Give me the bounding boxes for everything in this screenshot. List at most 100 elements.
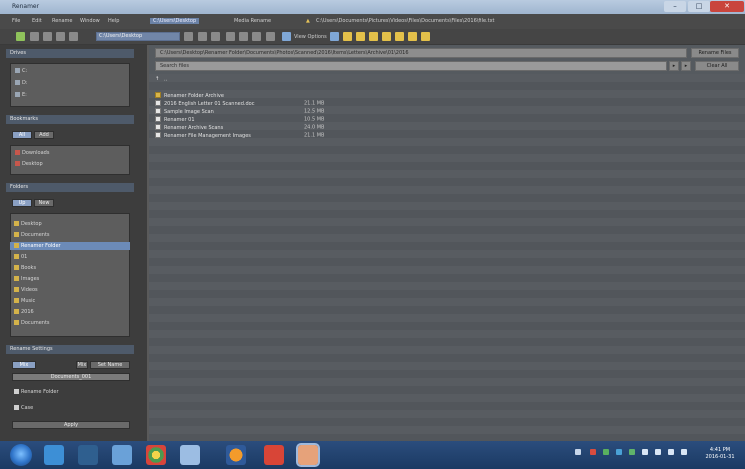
tray-flag-icon[interactable] [668,449,674,455]
word-icon[interactable] [180,445,200,465]
refresh-icon[interactable] [43,32,52,41]
rename-settings-header[interactable]: Rename Settings [6,345,134,354]
bookmark-item[interactable]: Desktop [15,161,43,167]
location-field[interactable]: C:\Users\Desktop [96,32,180,41]
paste-icon[interactable] [211,32,220,41]
path-field[interactable]: C:\Users\Desktop\Renamer Folder\Document… [155,48,687,58]
tool-f-icon[interactable] [395,32,404,41]
filter-input[interactable]: Search files [155,61,667,71]
drive-item[interactable]: E: [15,92,27,98]
rename-files-button[interactable]: Rename Files [691,48,739,58]
bookmarks-header[interactable]: Bookmarks [6,115,134,124]
tool-h-icon[interactable] [421,32,430,41]
bookmark-item[interactable]: Downloads [15,150,49,156]
bookmark-icon [15,161,20,166]
filter-options-button[interactable]: ▸ [681,61,691,71]
tray-volume-icon[interactable] [655,449,661,455]
file-row[interactable]: 2016 English Letter 01 Scanned.doc 21.1 M… [155,100,324,108]
folders-tab-new[interactable]: New [34,199,54,207]
favorite-icon[interactable] [69,32,78,41]
filter-go-button[interactable]: ▸ [669,61,679,71]
apply-button[interactable]: Apply [12,421,130,429]
forward-icon[interactable] [30,32,39,41]
drive-item[interactable]: D: [15,80,28,86]
tool-a-icon[interactable] [330,32,339,41]
tool-d-icon[interactable] [369,32,378,41]
chrome-icon[interactable] [146,445,166,465]
option-case[interactable]: Case [14,405,33,411]
tray-alert-icon[interactable] [590,449,596,455]
folder-item[interactable]: Music [14,298,35,304]
view-options-label[interactable]: View Options [294,34,327,40]
folder-item[interactable]: Desktop [14,221,42,227]
tray-security-icon[interactable] [603,449,609,455]
folder-item[interactable]: Books [14,265,36,271]
file-row[interactable]: Renamer File Management Images 21.1 MB [155,132,324,140]
start-button[interactable] [10,444,32,466]
folder-item[interactable]: Videos [14,287,38,293]
menu-file[interactable]: File [12,18,20,24]
thumbs-icon[interactable] [266,32,275,41]
drive-item[interactable]: C: [15,68,27,74]
tray-power-icon[interactable] [681,449,687,455]
tool-g-icon[interactable] [408,32,417,41]
file-row[interactable]: Sample Image Scan 12.5 MB [155,108,324,116]
tray-sync-icon[interactable] [616,449,622,455]
menu-rename[interactable]: Rename [52,18,73,24]
parent-dir-item[interactable]: ↑.. [155,76,167,84]
grid-icon[interactable] [226,32,235,41]
tray-network-icon[interactable] [642,449,648,455]
set-name-button[interactable]: Set Name [90,361,130,369]
tray-app-icon[interactable] [629,449,635,455]
folder-item[interactable]: Documents [14,320,50,326]
folders-tab-up[interactable]: Up [12,199,32,207]
file-row[interactable]: Renamer Archive Scans 24.0 MB [155,124,324,132]
tool-c-icon[interactable] [356,32,365,41]
list-icon[interactable] [239,32,248,41]
folder-item[interactable]: Documents [14,232,50,238]
folder-icon [14,309,19,314]
details-icon[interactable] [252,32,261,41]
xmind-icon[interactable] [264,445,284,465]
folder-icon [14,254,19,259]
folder-item[interactable]: 01 [14,254,27,260]
menu-window[interactable]: Window [80,18,100,24]
media-icon[interactable] [78,445,98,465]
folder-item[interactable]: Images [14,276,39,282]
menu-edit[interactable]: Edit [32,18,42,24]
minimize-button[interactable]: – [664,1,686,12]
rename-input[interactable]: Documents_001 [12,373,130,381]
tool-e-icon[interactable] [382,32,391,41]
taskbar: 4:41 PM 2016-01-31 [0,441,745,469]
current-file-tab[interactable]: C:\Users\Desktop [150,18,200,24]
clear-all-button[interactable]: Clear All [695,61,739,71]
renamer-app-icon[interactable] [296,443,320,467]
bookmarks-tab-all[interactable]: All [12,131,32,139]
explorer-icon[interactable] [44,445,64,465]
folder-item[interactable]: 2016 [14,309,34,315]
drives-header[interactable]: Drives [6,49,134,58]
copy-icon[interactable] [198,32,207,41]
docs-icon[interactable] [112,445,132,465]
go-icon[interactable] [184,32,193,41]
tool-b-icon[interactable] [343,32,352,41]
tray-up-icon[interactable] [575,449,581,455]
close-button[interactable]: ✕ [710,1,744,12]
file-row[interactable]: Renamer 01 10.5 MB [155,116,324,124]
bookmarks-tab-add[interactable]: Add [34,131,54,139]
home-icon[interactable] [56,32,65,41]
file-row[interactable]: Renamer Folder Archive [155,92,304,100]
firefox-icon[interactable] [226,445,246,465]
maximize-button[interactable]: □ [688,1,710,12]
folder-item-selected[interactable]: Renamer Folder [14,243,61,249]
folders-header[interactable]: Folders [6,183,134,192]
file-icon [155,108,161,114]
clock[interactable]: 4:41 PM 2016-01-31 [700,447,740,461]
back-icon[interactable] [16,32,25,41]
mode-label[interactable]: Media Rename [234,18,271,24]
menu-help[interactable]: Help [108,18,119,24]
rename-mode-mix[interactable]: Mix [12,361,36,369]
option-rename-folder[interactable]: Rename Folder [14,389,59,395]
rename-mix-button[interactable]: Mix [76,361,88,369]
view-options-icon[interactable] [282,32,291,41]
